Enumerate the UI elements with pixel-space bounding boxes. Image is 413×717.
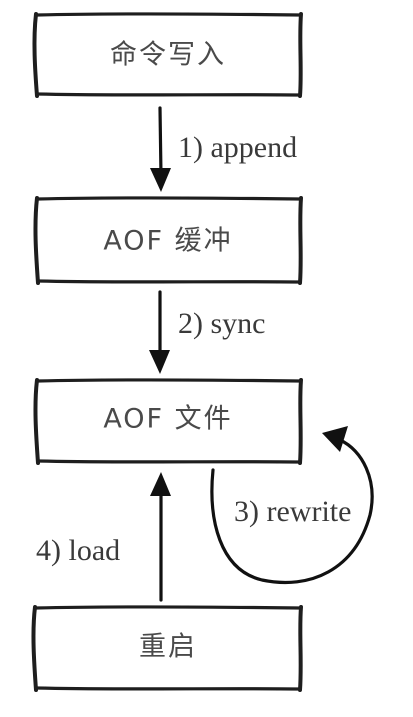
- sync-arrow: [149, 290, 170, 374]
- aof-buffer-label: AOF 缓冲: [103, 226, 232, 257]
- load-label: 4) load: [36, 534, 120, 567]
- aof-buffer-box: AOF 缓冲: [33, 196, 303, 285]
- rewrite-label: 3) rewrite: [234, 495, 351, 528]
- command-write-box: 命令写入: [32, 12, 303, 98]
- restart-box: 重启: [31, 605, 303, 692]
- aof-file-box: AOF 文件: [33, 378, 303, 465]
- restart-label: 重启: [139, 632, 197, 663]
- aof-flow-diagram: 命令写入 1) append AOF 缓冲 2) sync AOF 文件 3) …: [31, 12, 374, 692]
- load-arrow: [150, 472, 171, 602]
- append-label: 1) append: [178, 131, 297, 164]
- append-arrow: [150, 106, 171, 192]
- sync-label: 2) sync: [178, 307, 265, 340]
- command-write-label: 命令写入: [110, 40, 226, 71]
- aof-file-label: AOF 文件: [103, 404, 232, 435]
